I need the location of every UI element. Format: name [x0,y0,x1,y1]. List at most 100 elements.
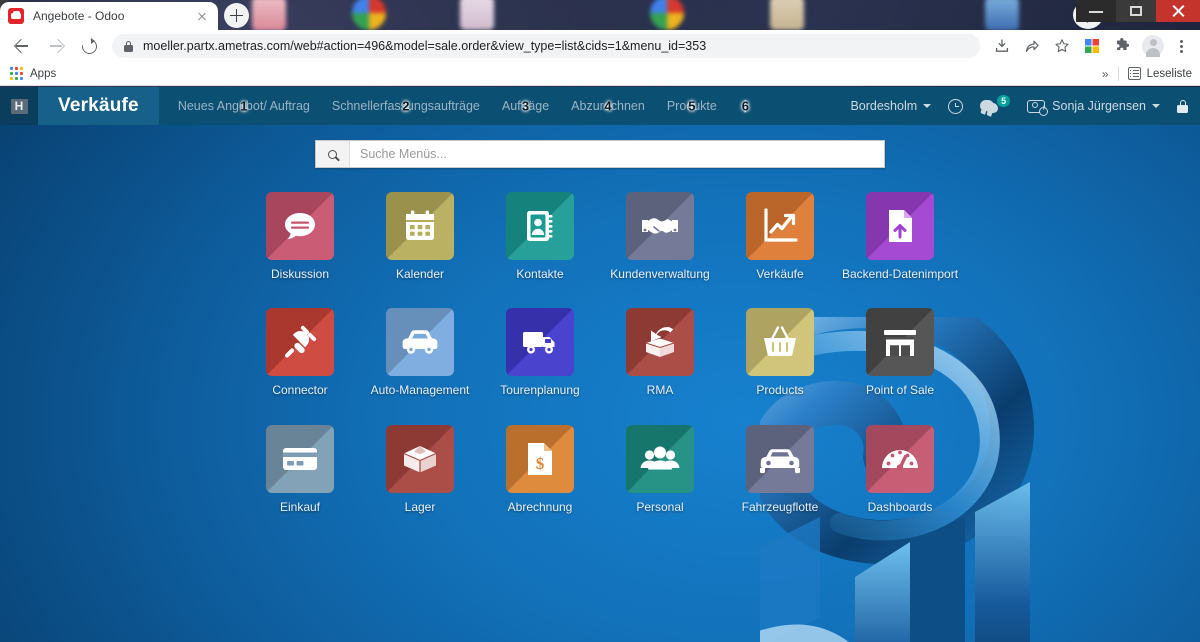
messages-count-badge: 5 [997,94,1011,108]
return-box-icon [645,327,675,358]
app-icon-abrechnung: $ [506,424,574,493]
bookmark-apps[interactable]: Apps [10,67,56,80]
speech-bubble-icon [285,213,315,240]
company-switcher[interactable]: Bordesholm [850,99,932,113]
bookmarks-overflow-icon[interactable]: » [1102,67,1109,81]
brand-logo[interactable] [0,87,38,125]
clock-icon [948,98,964,114]
back-icon[interactable] [6,31,36,61]
google-extension-icon[interactable] [1078,32,1106,60]
bookmark-apps-label: Apps [30,67,57,80]
chrome-menu-kebab[interactable] [1168,32,1194,60]
menu-hint-1: 1 [240,98,248,114]
messaging-menu[interactable]: 5 [980,94,1011,114]
app-label: Point of Sale [865,383,935,398]
apps-grid-icon [10,67,23,80]
new-tab-button[interactable] [224,3,249,28]
app-tile-rma[interactable]: RMA [600,308,720,397]
app-icon-fahrzeugflotte [746,424,814,493]
app-label: Dashboards [867,499,933,514]
tab-strip: Angebote - Odoo [0,0,1200,30]
menu-item-quick-orders[interactable]: Schnellerfassungsaufträge 2 [321,87,491,125]
app-tile-fahrzeugflotte[interactable]: Fahrzeugflotte [720,424,840,514]
menu-item-orders[interactable]: Aufträge 3 [491,87,560,125]
current-app-title[interactable]: Verkäufe [38,87,159,125]
app-label: RMA [646,383,674,398]
menu-search-row [0,140,1200,168]
extensions-puzzle-icon[interactable] [1108,32,1136,60]
app-tile-backend-datenimport[interactable]: Backend-Datenimport [840,192,960,281]
app-tile-products[interactable]: Products [720,308,840,397]
app-label: Abrechnung [507,499,573,514]
app-tile-kontakte[interactable]: Kontakte [480,192,600,281]
menu-item-more[interactable]: ⋮ 6 [728,87,763,125]
menu-item-to-invoice[interactable]: Abzurechnen 4 [560,87,656,125]
app-tile-einkauf[interactable]: Einkauf [240,424,360,514]
menu-hint-5: 5 [688,98,696,114]
app-tile-personal[interactable]: Personal [600,424,720,514]
app-tile-abrechnung[interactable]: $ Abrechnung [480,424,600,514]
invoice-dollar-icon: $ [528,442,552,475]
app-tile-tourenplanung[interactable]: Tourenplanung [480,308,600,397]
svg-text:$: $ [536,454,545,473]
menu-item-new-quotation[interactable]: Neues Angebot/ Auftrag 1 [167,87,321,125]
app-label: Diskussion [270,267,330,281]
app-tile-verkaeufe[interactable]: Verkäufe [720,192,840,281]
browser-window: Angebote - Odoo moeller.partx.ametras.co… [0,0,1200,642]
app-icon-auto-management [386,308,454,377]
app-icon-connector [266,308,334,377]
lock-icon [1177,99,1188,113]
forward-icon[interactable] [42,31,72,61]
logout-lock-button[interactable] [1177,99,1188,113]
app-label: Personal [636,499,684,514]
menu-search-box[interactable] [315,140,885,168]
lock-icon [124,40,133,52]
app-label: Products [756,383,804,398]
app-icon-personal [626,424,694,493]
close-icon[interactable] [194,8,210,24]
app-icon-backend-datenimport [866,192,934,260]
car-icon [402,330,438,355]
search-icon-container [316,141,350,167]
truck-icon [523,332,555,354]
activities-menu[interactable] [948,98,964,114]
share-icon[interactable] [1018,32,1046,60]
app-tile-auto-management[interactable]: Auto-Management [360,308,480,397]
plug-icon [285,326,317,358]
reading-list-label[interactable]: Leseliste [1147,68,1192,80]
search-input[interactable] [350,142,884,166]
minimize-button[interactable] [1076,0,1116,22]
user-menu[interactable]: + Sonja Jürgensen [1027,99,1160,116]
app-tile-dashboards[interactable]: Dashboards [840,424,960,514]
app-tile-point-of-sale[interactable]: Point of Sale [840,308,960,397]
url-text: moeller.partx.ametras.com/web#action=496… [143,39,707,53]
maximize-button[interactable] [1116,0,1156,22]
line-chart-icon [764,208,798,242]
app-tile-connector[interactable]: Connector [240,308,360,397]
address-bar[interactable]: moeller.partx.ametras.com/web#action=496… [112,34,980,58]
close-window-button[interactable] [1156,0,1200,22]
app-tile-lager[interactable]: Lager [360,424,480,514]
chat-bubble-icon-secondary [986,103,999,114]
app-label: Backend-Datenimport [841,267,959,281]
app-tile-diskussion[interactable]: Diskussion [240,192,360,281]
profile-avatar[interactable] [1142,35,1164,57]
app-icon-verkaeufe [746,192,814,260]
chevron-down-icon [923,104,932,108]
browser-tab[interactable]: Angebote - Odoo [0,2,218,30]
odoo-navbar-right: Bordesholm 5 + Sonja Jürgensen [833,87,1200,125]
install-icon[interactable] [988,32,1016,60]
menu-hint-6: 6 [741,98,749,114]
bookmarks-bar-right: » Leseliste [1102,66,1192,81]
reload-icon[interactable] [74,31,104,61]
app-label: Auto-Management [370,383,470,398]
app-tile-kalender[interactable]: Kalender [360,192,480,281]
people-group-icon [640,446,680,470]
car-front-icon [760,448,800,473]
odoo-menu-bar: Neues Angebot/ Auftrag 1 Schnellerfassun… [167,87,763,125]
menu-item-products[interactable]: Produkte 5 [656,87,728,125]
search-icon [328,149,337,159]
app-tile-kundenverwaltung[interactable]: Kundenverwaltung [600,192,720,281]
browser-toolbar: moeller.partx.ametras.com/web#action=496… [0,30,1200,62]
bookmark-star-icon[interactable] [1048,32,1076,60]
